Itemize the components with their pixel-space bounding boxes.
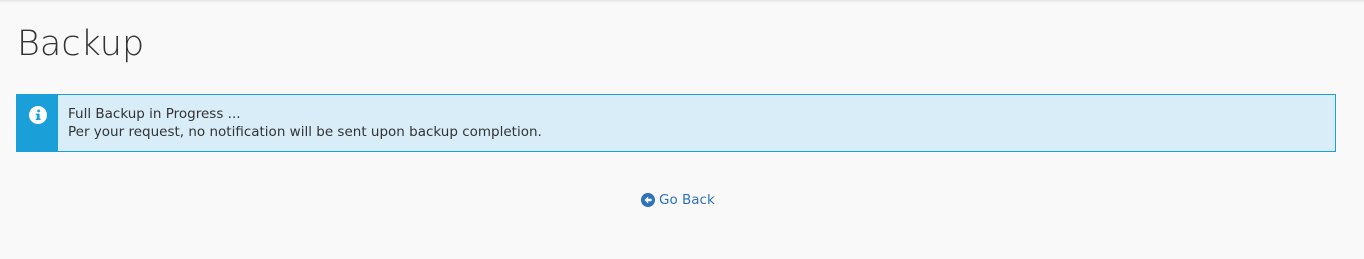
alert-line-status: Full Backup in Progress ... — [68, 106, 241, 122]
go-back-label: Go Back — [659, 192, 715, 208]
arrow-circle-left-icon — [641, 193, 655, 207]
go-back-link[interactable]: Go Back — [641, 191, 715, 209]
alert-icon-strip — [17, 95, 58, 151]
top-shadow-divider — [0, 0, 1364, 3]
alert-line-notification: Per your request, no notification will b… — [68, 124, 542, 140]
info-alert: Full Backup in Progress ... Per your req… — [16, 94, 1336, 152]
page-title: Backup — [17, 24, 145, 64]
info-circle-icon — [29, 106, 47, 124]
alert-message: Full Backup in Progress ... Per your req… — [68, 105, 542, 141]
